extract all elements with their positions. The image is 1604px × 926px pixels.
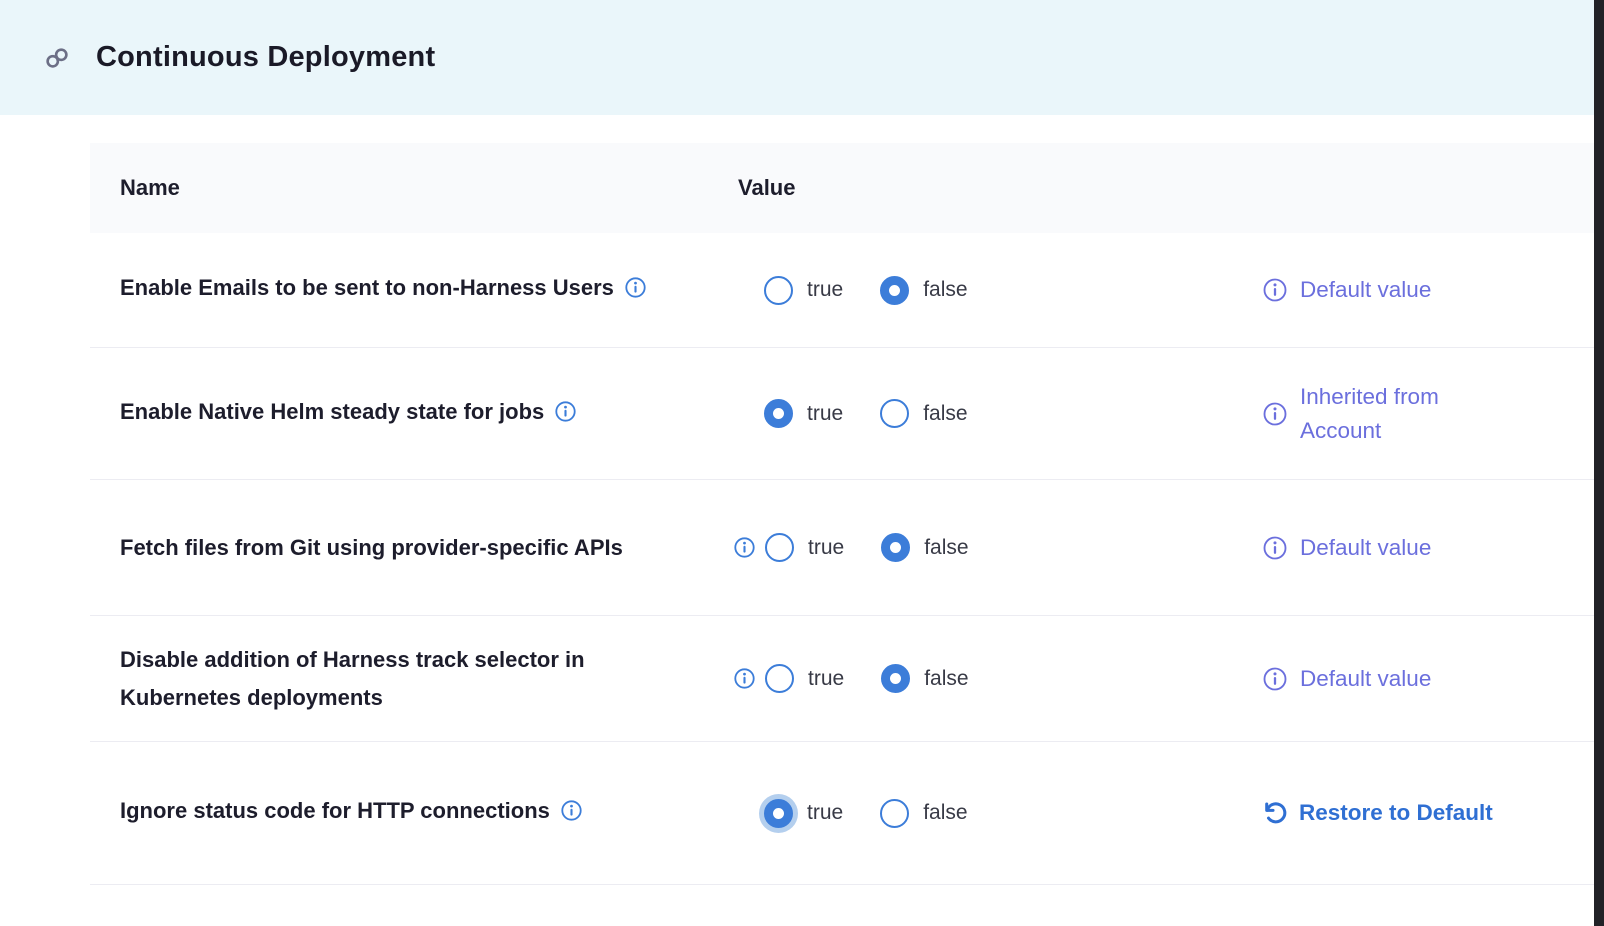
status-label: Default value (1300, 531, 1431, 565)
radio-option-true[interactable]: true (764, 399, 843, 428)
status-label: Default value (1300, 662, 1431, 696)
setting-name-label: Fetch files from Git using provider-spec… (120, 535, 623, 560)
setting-name: Enable Emails to be sent to non-Harness … (90, 269, 710, 311)
info-icon[interactable] (1262, 666, 1288, 692)
setting-status: Inherited from Account (1262, 380, 1594, 448)
info-icon[interactable] (733, 667, 756, 690)
info-icon[interactable] (554, 397, 577, 435)
setting-name-label: Disable addition of Harness track select… (120, 647, 585, 710)
radio-option-true[interactable]: true (764, 276, 843, 305)
radio-label-false[interactable]: false (924, 667, 968, 691)
table-body: Enable Emails to be sent to non-Harness … (90, 233, 1594, 885)
setting-value: true false (710, 399, 1262, 428)
radio-label-true[interactable]: true (807, 801, 843, 825)
status-label: Inherited from Account (1300, 380, 1518, 448)
page-title: Continuous Deployment (96, 41, 435, 74)
setting-row: Fetch files from Git using provider-spec… (90, 480, 1594, 616)
radio-group: true false (765, 664, 969, 693)
setting-value: true false (710, 533, 1262, 562)
radio-true[interactable] (764, 276, 793, 305)
radio-false[interactable] (880, 399, 909, 428)
radio-false[interactable] (880, 799, 909, 828)
radio-label-true[interactable]: true (808, 536, 844, 560)
radio-label-true[interactable]: true (807, 402, 843, 426)
setting-row: Ignore status code for HTTP connections … (90, 742, 1594, 885)
restore-icon[interactable] (1262, 800, 1289, 827)
radio-group: true false (765, 533, 969, 562)
radio-group: true false (764, 276, 968, 305)
info-icon[interactable] (1262, 401, 1288, 427)
info-icon[interactable] (560, 796, 583, 834)
radio-option-true[interactable]: true (765, 533, 844, 562)
radio-option-false[interactable]: false (880, 399, 967, 428)
radio-false[interactable] (881, 533, 910, 562)
radio-option-false[interactable]: false (880, 799, 967, 828)
radio-true[interactable] (764, 399, 793, 428)
radio-option-false[interactable]: false (880, 276, 967, 305)
setting-status: Default value (1262, 273, 1594, 307)
setting-status: Default value (1262, 662, 1594, 696)
setting-name: Enable Native Helm steady state for jobs (90, 393, 710, 435)
setting-status: Default value (1262, 531, 1594, 565)
radio-group: true false (764, 799, 968, 828)
setting-name-label: Enable Emails to be sent to non-Harness … (120, 275, 614, 300)
setting-name-label: Ignore status code for HTTP connections (120, 798, 550, 823)
radio-label-false[interactable]: false (923, 278, 967, 302)
setting-value: true false (710, 276, 1262, 305)
radio-false[interactable] (880, 276, 909, 305)
info-icon[interactable] (733, 536, 756, 559)
column-header-value: Value (710, 175, 795, 201)
link-icon[interactable] (42, 43, 72, 73)
setting-name-label: Enable Native Helm steady state for jobs (120, 399, 544, 424)
restore-to-default-button[interactable]: Restore to Default (1262, 796, 1594, 830)
radio-label-false[interactable]: false (923, 801, 967, 825)
radio-true[interactable] (764, 799, 793, 828)
radio-false[interactable] (881, 664, 910, 693)
setting-value: true false (710, 664, 1262, 693)
radio-option-true[interactable]: true (764, 799, 843, 828)
radio-true[interactable] (765, 664, 794, 693)
setting-row: Enable Native Helm steady state for jobs… (90, 348, 1594, 480)
window-edge (1594, 0, 1604, 926)
status-label: Restore to Default (1299, 796, 1493, 830)
radio-true[interactable] (765, 533, 794, 562)
setting-name: Ignore status code for HTTP connections (90, 792, 710, 834)
radio-group: true false (764, 399, 968, 428)
info-icon[interactable] (1262, 535, 1288, 561)
setting-row: Disable addition of Harness track select… (90, 616, 1594, 742)
status-label: Default value (1300, 273, 1431, 307)
info-icon[interactable] (1262, 277, 1288, 303)
radio-option-false[interactable]: false (881, 664, 968, 693)
table-header-row: Name Value (90, 143, 1594, 233)
setting-name: Disable addition of Harness track select… (90, 641, 710, 717)
radio-label-true[interactable]: true (808, 667, 844, 691)
radio-label-false[interactable]: false (923, 402, 967, 426)
setting-name: Fetch files from Git using provider-spec… (90, 529, 710, 567)
radio-option-true[interactable]: true (765, 664, 844, 693)
setting-value: true false (710, 799, 1262, 828)
setting-row: Enable Emails to be sent to non-Harness … (90, 233, 1594, 348)
column-header-name: Name (90, 175, 710, 201)
radio-option-false[interactable]: false (881, 533, 968, 562)
info-icon[interactable] (624, 273, 647, 311)
radio-label-true[interactable]: true (807, 278, 843, 302)
settings-table: Name Value Enable Emails to be sent to n… (90, 143, 1594, 885)
radio-label-false[interactable]: false (924, 536, 968, 560)
section-header: Continuous Deployment (0, 0, 1604, 115)
